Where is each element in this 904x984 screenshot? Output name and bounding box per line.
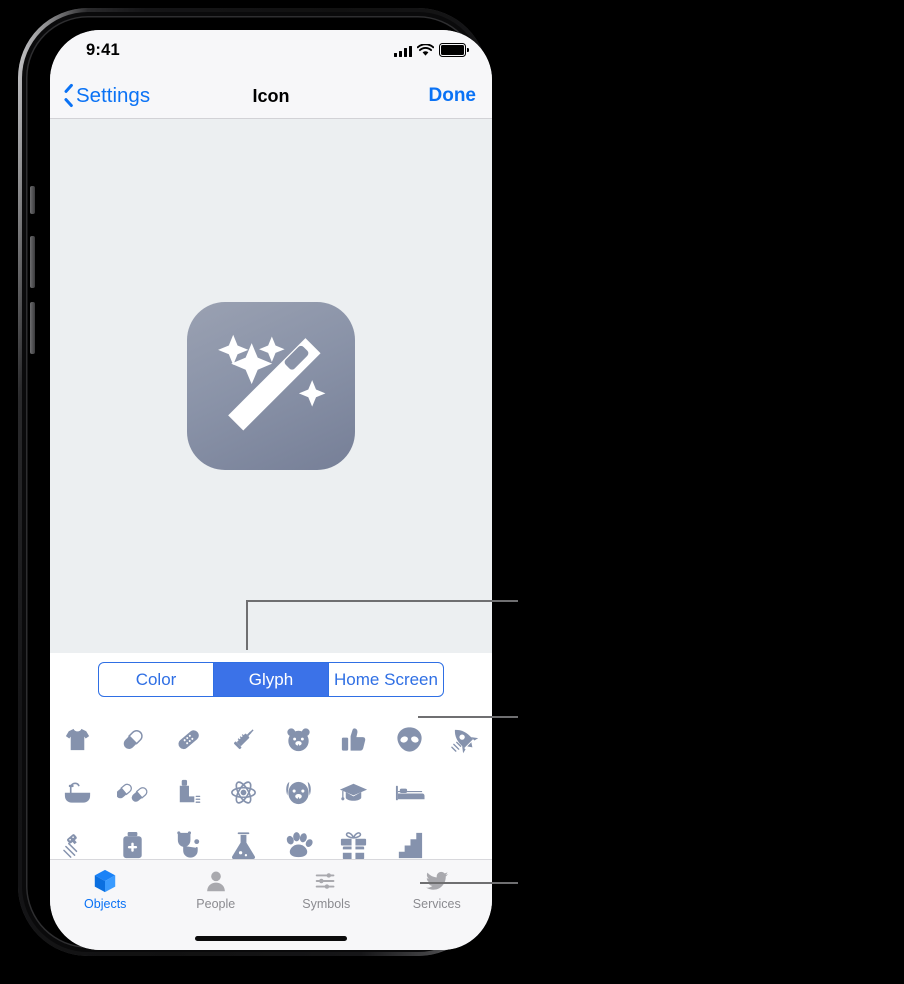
- tab-services[interactable]: Services: [382, 868, 493, 911]
- bird-icon: [425, 871, 448, 890]
- sliders-icon: [315, 873, 335, 889]
- tab-objects[interactable]: Objects: [50, 868, 161, 911]
- screenshot-stage: Color Glyph Home Screen Objects People S…: [0, 0, 904, 984]
- bandage-glyph[interactable]: [161, 713, 216, 766]
- person-icon: [206, 871, 225, 892]
- tab-services-label: Services: [412, 897, 461, 911]
- bed-glyph[interactable]: [382, 766, 437, 819]
- pills-glyph[interactable]: [105, 766, 160, 819]
- segment-glyph[interactable]: Glyph: [214, 663, 329, 696]
- dog-face-glyph[interactable]: [271, 766, 326, 819]
- segment-color[interactable]: Color: [99, 663, 214, 696]
- rocket-glyph[interactable]: [437, 713, 492, 766]
- page-title: Icon: [252, 86, 290, 106]
- bear-face-glyph[interactable]: [271, 713, 326, 766]
- cube-icon: [95, 869, 116, 893]
- atom-glyph[interactable]: [216, 766, 271, 819]
- mute-switch[interactable]: [30, 186, 35, 214]
- wifi-icon: [417, 44, 434, 56]
- icon-preview-area: [50, 119, 492, 653]
- tab-symbols-label: Symbols: [302, 897, 351, 911]
- signal-bars-icon: [394, 45, 412, 57]
- device-screen: Color Glyph Home Screen Objects People S…: [50, 30, 492, 950]
- iphone-device-frame: Color Glyph Home Screen Objects People S…: [18, 8, 492, 956]
- tab-objects-label: Objects: [84, 897, 127, 911]
- capsule-pill-glyph[interactable]: [105, 713, 160, 766]
- home-indicator: [195, 935, 347, 941]
- done-button[interactable]: Done: [429, 74, 477, 118]
- segment-home-screen[interactable]: Home Screen: [329, 663, 443, 696]
- syringe-glyph[interactable]: [216, 713, 271, 766]
- volume-up-button[interactable]: [30, 236, 35, 288]
- status-bar-indicators: [394, 43, 469, 57]
- inhaler-glyph[interactable]: [161, 766, 216, 819]
- glyph-row-2: [50, 766, 492, 819]
- tab-symbols[interactable]: Symbols: [271, 868, 382, 911]
- bathtub-glyph[interactable]: [50, 766, 105, 819]
- graduation-cap-glyph[interactable]: [326, 766, 381, 819]
- volume-down-button[interactable]: [30, 302, 35, 354]
- magic-wand-app-icon: [187, 302, 355, 470]
- segmented-control-strip: Color Glyph Home Screen: [50, 653, 492, 710]
- alien-glyph[interactable]: [382, 713, 437, 766]
- status-bar-time: 9:41: [86, 41, 120, 59]
- thumbs-up-glyph[interactable]: [326, 713, 381, 766]
- tshirt-glyph[interactable]: [50, 713, 105, 766]
- battery-icon: [439, 43, 469, 57]
- navigation-bar: Settings Icon Done: [50, 74, 492, 119]
- status-bar: 9:41: [50, 30, 492, 74]
- icon-mode-segmented-control[interactable]: Color Glyph Home Screen: [98, 662, 444, 697]
- tab-people-label: People: [196, 897, 236, 911]
- tab-people[interactable]: People: [161, 868, 272, 911]
- glyph-row-1: [50, 713, 492, 766]
